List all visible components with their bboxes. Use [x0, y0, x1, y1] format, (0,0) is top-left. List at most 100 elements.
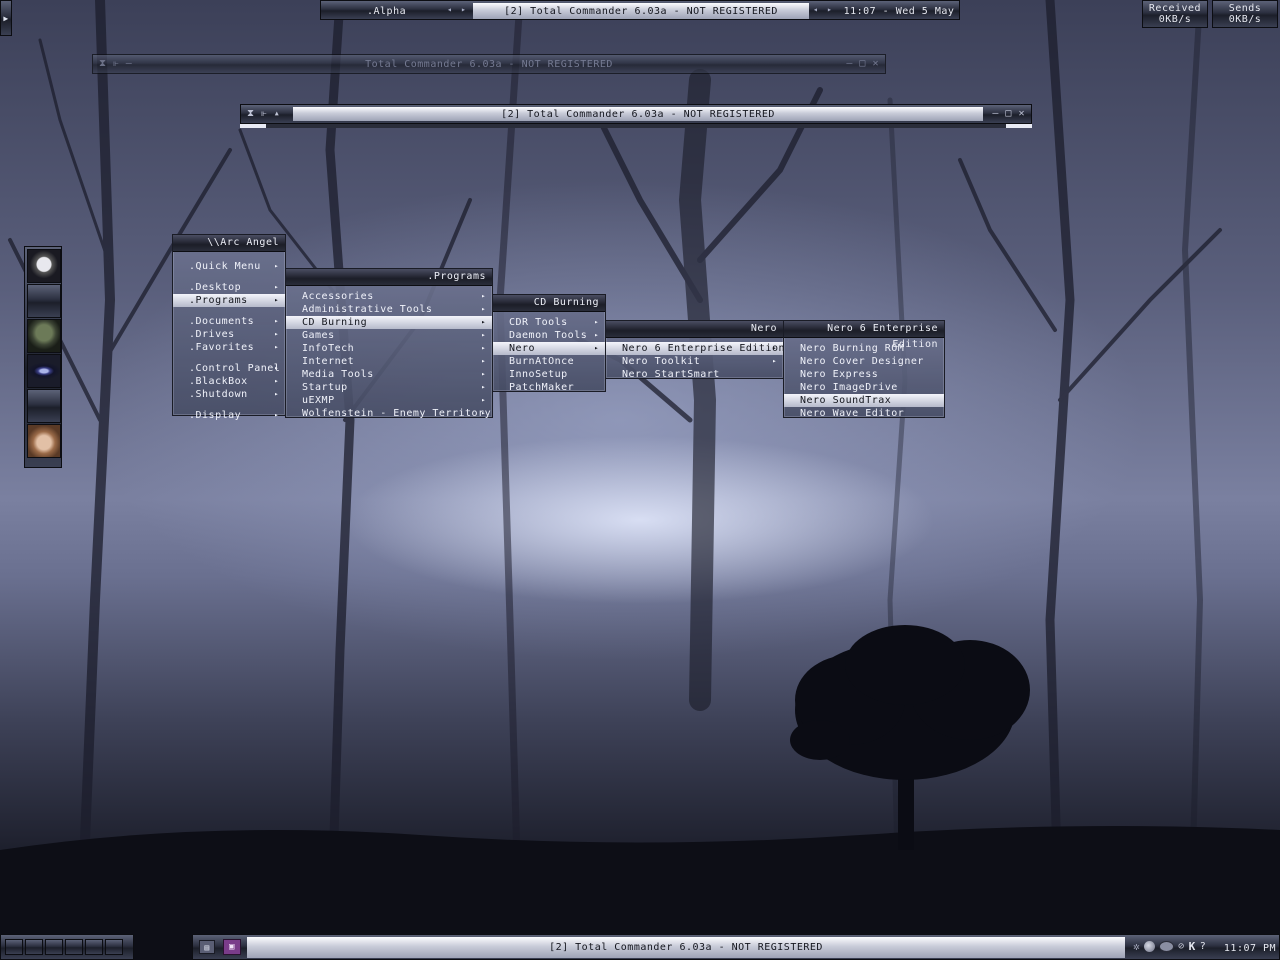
menu-item-nero-startsmart-label: Nero StartSmart [622, 369, 720, 380]
menu-item-nero6[interactable]: Nero 6 Enterprise Edition ▸ [606, 342, 786, 355]
menu-arc-angel: \\Arc Angel .Quick Menu ▸ .Desktop ▸ .Prog… [172, 234, 286, 421]
menu-item-favorites[interactable]: .Favorites ▸ [173, 341, 285, 354]
menu-nero6-title: Nero 6 Enterprise Edition [784, 321, 944, 350]
pager-button-2[interactable] [25, 939, 43, 955]
play-arrow-icon: ▶ [3, 13, 9, 23]
window-controls-icons[interactable]: ‒ □ ✕ [846, 58, 879, 69]
taskbar-window-title: [2] Total Commander 6.03a - NOT REGISTER… [549, 942, 823, 953]
workspace-name: .Alpha [367, 5, 407, 17]
submenu-arrow-icon: ▸ [481, 331, 486, 339]
menu-item-blackbox[interactable]: .BlackBox ▸ [173, 375, 285, 388]
taskbar: ▤ ▣ [2] Total Commander 6.03a - NOT REGI… [192, 934, 1280, 960]
toolbar-toggle-button[interactable]: ▶ [0, 0, 12, 36]
taskbar-active-window[interactable]: [2] Total Commander 6.03a - NOT REGISTER… [247, 937, 1125, 958]
menu-item-infotech[interactable]: InfoTech ▸ [286, 342, 492, 355]
menu-item-nero-burning-rom[interactable]: Nero Burning ROM [784, 342, 944, 355]
menu-item-display[interactable]: .Display ▸ [173, 409, 285, 422]
menu-item-nero-startsmart[interactable]: Nero StartSmart [606, 368, 783, 381]
menu-item-cdr-tools-label: CDR Tools [509, 317, 568, 328]
menu-item-nero-cover-designer-label: Nero Cover Designer [800, 356, 924, 367]
soldier-icon[interactable] [27, 319, 61, 353]
save-icon[interactable]: ▤ [199, 940, 215, 954]
top-clock: 11:07 - Wed 5 May [843, 3, 955, 19]
menu-item-uexmp[interactable]: uEXMP ▸ [286, 394, 492, 407]
skull-icon[interactable] [27, 249, 61, 283]
menu-item-quick-menu[interactable]: .Quick Menu ▸ [173, 260, 285, 273]
menu-item-burnatonce-label: BurnAtOnce [509, 356, 575, 367]
menu-item-control-panel[interactable]: .Control Panel ▸ [173, 362, 285, 375]
next-window-icon[interactable]: ▸ [827, 5, 832, 14]
menu-item-shutdown[interactable]: .Shutdown ▸ [173, 388, 285, 401]
window-menu-icon[interactable]: ⧗ ⊩ ‒ [99, 58, 132, 69]
winamp-eye-icon[interactable] [27, 354, 61, 388]
disc-icon[interactable] [1159, 941, 1175, 952]
pager-button-1[interactable] [5, 939, 23, 955]
submenu-arrow-icon: ▸ [274, 390, 279, 398]
window-total-commander[interactable]: ⧗ ⊩ ‒ Total Commander 6.03a - NOT REGIST… [92, 54, 886, 74]
prev-window-icon[interactable]: ◂ [813, 5, 818, 14]
window-total-commander-2[interactable]: ⧗ ⊩ ▴ [2] Total Commander 6.03a - NOT RE… [240, 104, 1032, 128]
gear-icon[interactable]: ✲ [1133, 940, 1140, 953]
menu-item-nero[interactable]: Nero ▸ [493, 342, 605, 355]
menu-item-accessories[interactable]: Accessories ▸ [286, 290, 492, 303]
wallpaper-foggy-forest [0, 0, 1280, 960]
girl-portrait-icon[interactable] [27, 424, 61, 458]
menu-item-programs[interactable]: .Programs ▸ [173, 294, 285, 307]
submenu-arrow-icon: ▸ [481, 305, 486, 313]
workspace-label[interactable]: .Alpha [327, 3, 467, 19]
pager-button-6[interactable] [105, 939, 123, 955]
icon-dock [24, 246, 62, 468]
current-window-title[interactable]: [2] Total Commander 6.03a - NOT REGISTER… [473, 3, 809, 19]
menu-item-nero-cover-designer[interactable]: Nero Cover Designer [784, 355, 944, 368]
globe-icon[interactable] [1144, 941, 1156, 952]
help-icon[interactable]: ? [1200, 941, 1207, 952]
menu-item-desktop[interactable]: .Desktop ▸ [173, 281, 285, 294]
submenu-arrow-icon: ▸ [274, 296, 279, 304]
menu-item-games[interactable]: Games ▸ [286, 329, 492, 342]
floppy-icon[interactable]: ▣ [223, 939, 241, 955]
prev-workspace-icon[interactable]: ◂ [447, 5, 452, 14]
menu-item-nero-burning-rom-label: Nero Burning ROM [800, 343, 905, 354]
menu-item-nero-express[interactable]: Nero Express [784, 368, 944, 381]
menu-item-drives[interactable]: .Drives ▸ [173, 328, 285, 341]
window-titlebar-2[interactable]: ⧗ ⊩ ▴ [2] Total Commander 6.03a - NOT RE… [240, 104, 1032, 124]
menu-item-innosetup[interactable]: InnoSetup [493, 368, 605, 381]
menu-item-administrative-tools[interactable]: Administrative Tools ▸ [286, 303, 492, 316]
menu-item-nero6-label: Nero 6 Enterprise Edition [622, 343, 786, 354]
menu-item-nero-wave-editor[interactable]: Nero Wave Editor [784, 407, 944, 420]
menu-item-startup[interactable]: Startup ▸ [286, 381, 492, 394]
menu-item-media-tools[interactable]: Media Tools ▸ [286, 368, 492, 381]
link-icon[interactable]: ⊘ [1178, 941, 1185, 952]
menu-item-patchmaker-label: PatchMaker [509, 382, 575, 393]
submenu-arrow-icon: ▸ [481, 396, 486, 404]
menu-item-display-label: .Display [189, 410, 242, 421]
menu-item-cd-burning[interactable]: CD Burning ▸ [286, 316, 492, 329]
menu-item-wolfenstein[interactable]: Wolfenstein - Enemy Territory ▸ [286, 407, 492, 420]
menu-item-nero-toolkit[interactable]: Nero Toolkit ▸ [606, 355, 783, 368]
menu-item-patchmaker[interactable]: PatchMaker [493, 381, 605, 394]
menu-item-drives-label: .Drives [189, 329, 235, 340]
menu-item-cdr-tools[interactable]: CDR Tools ▸ [493, 316, 605, 329]
window-controls-icons-2[interactable]: ‒ □ ✕ [992, 108, 1025, 119]
window-menu-icon-2[interactable]: ⧗ ⊩ ▴ [247, 108, 280, 119]
menu-item-desktop-label: .Desktop [189, 282, 242, 293]
pager-button-5[interactable] [85, 939, 103, 955]
menu-item-nero-imagedrive[interactable]: Nero ImageDrive [784, 381, 944, 394]
received-rate: Received 0KB/s [1142, 0, 1208, 28]
pager-button-4[interactable] [65, 939, 83, 955]
submenu-arrow-icon: ▸ [481, 292, 486, 300]
menu-item-blackbox-label: .BlackBox [189, 376, 248, 387]
submenu-arrow-icon: ▸ [274, 317, 279, 325]
k-logo-icon[interactable]: K [1189, 940, 1196, 953]
next-workspace-icon[interactable]: ▸ [461, 5, 466, 14]
menu-item-daemon-tools[interactable]: Daemon Tools ▸ [493, 329, 605, 342]
sends-value: 0KB/s [1228, 14, 1262, 25]
menu-item-documents[interactable]: .Documents ▸ [173, 315, 285, 328]
menu-item-burnatonce[interactable]: BurnAtOnce [493, 355, 605, 368]
pager-button-3[interactable] [45, 939, 63, 955]
menu-item-internet[interactable]: Internet ▸ [286, 355, 492, 368]
window-titlebar[interactable]: ⧗ ⊩ ‒ Total Commander 6.03a - NOT REGIST… [92, 54, 886, 74]
submenu-arrow-icon: ▸ [594, 318, 599, 326]
submenu-arrow-icon: ▸ [274, 262, 279, 270]
menu-item-nero-soundtrax[interactable]: Nero SoundTrax [784, 394, 944, 407]
